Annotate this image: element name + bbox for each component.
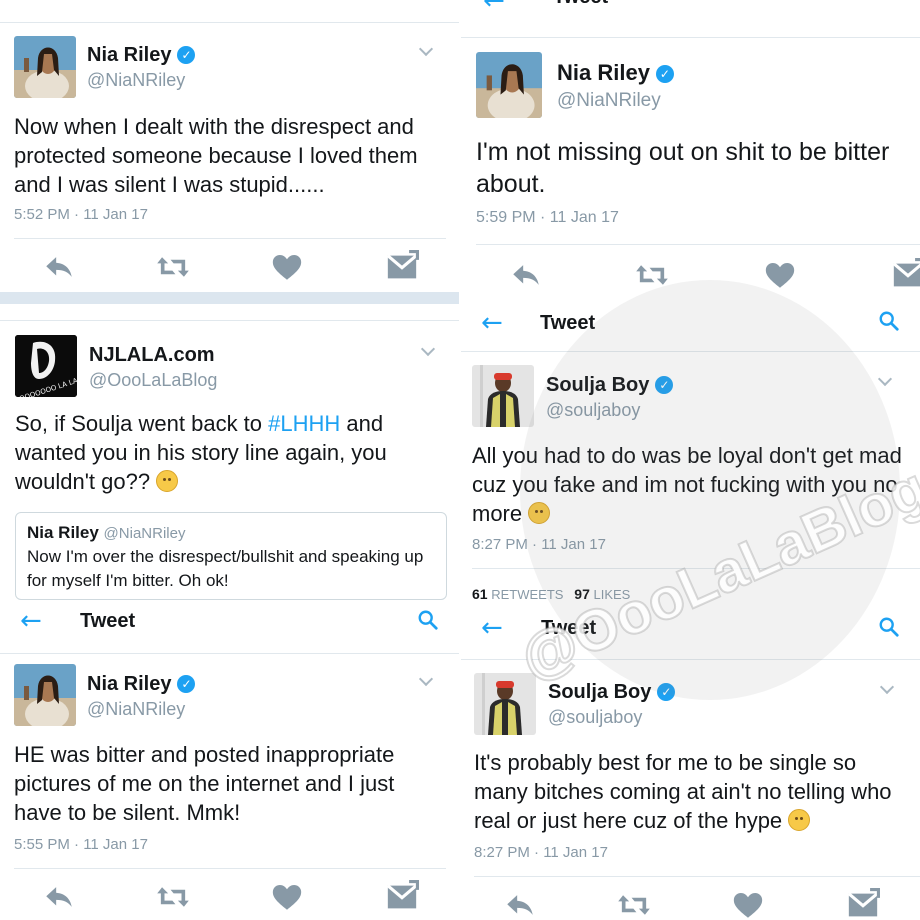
chevron-down-icon[interactable] [879,679,895,695]
tweet-text: I'm not missing out on shit to be bitter… [476,138,890,198]
action-bar [0,250,459,290]
thinking-face-emoji [156,470,179,492]
author-name-text: Nia Riley [557,60,650,85]
divider [476,244,920,245]
search-icon[interactable] [878,616,900,638]
tweet-text: So, if Soulja went back to #LHHH and wan… [15,409,445,496]
tweet-text-part: So, if Soulja went back to [15,411,269,436]
tweet-timestamp: 5:52 PM · 11 Jan 17 [14,206,148,223]
author-name[interactable]: NJLALA.com [89,344,215,367]
top-divider [0,320,459,321]
njlala-logo: OOOOOOO LA LA! [15,335,77,397]
heart-icon[interactable] [763,258,797,292]
heart-icon[interactable] [731,888,765,920]
quoted-text: Now I'm over the disrespect/bullshit and… [27,547,424,590]
tweet-timestamp: 5:59 PM · 11 Jan 17 [476,209,619,226]
reply-icon[interactable] [42,880,76,914]
quoted-tweet[interactable]: Nia Riley @NiaNRiley Now I'm over the di… [15,512,447,600]
tweet-panel-nia-2: ← Tweet Nia Riley ✓ @NiaNRiley I'm not mi… [461,0,920,300]
envelope-icon[interactable] [385,880,419,914]
chevron-down-icon[interactable] [420,341,436,357]
action-bar [0,880,459,920]
tweet-timestamp: 5:55 PM · 11 Jan 17 [14,836,148,853]
quoted-author-name: Nia Riley [27,523,99,542]
envelope-icon[interactable] [846,888,880,920]
tweet-text: It's probably best for me to be single s… [474,748,914,835]
envelope-icon[interactable] [385,250,419,284]
retweet-icon[interactable] [156,250,190,284]
tweet-panel-njlala: OOOOOOO LA LA! NJLALA.com @OooLaLaBlog S… [0,304,459,604]
chevron-down-icon[interactable] [877,371,893,387]
top-bar: ← Tweet [461,0,920,38]
retweet-count: 61 [472,586,488,602]
search-icon[interactable] [878,310,900,332]
thinking-face-emoji [788,809,811,831]
top-bar: ← Tweet [0,604,459,654]
tweet-text: HE was bitter and posted inappropriate p… [14,742,395,825]
search-icon[interactable] [417,609,439,631]
chevron-down-icon[interactable] [418,41,434,57]
reply-icon[interactable] [503,888,537,920]
tweet-text: Now when I dealt with the disrespect and… [14,114,418,197]
tweet-panel-nia-3: ← Tweet Nia Riley ✓ @NiaNRiley HE was bit… [0,604,459,920]
divider [14,868,446,869]
arrow-left-icon[interactable]: ← [20,608,42,634]
top-bar-title: Tweet [80,610,136,632]
top-bar-title: Tweet [553,0,608,9]
quoted-author-handle: @NiaNRiley [103,525,186,542]
hashtag-link[interactable]: #LHHH [268,411,340,436]
envelope-icon[interactable] [891,258,920,292]
author-name[interactable]: Nia Riley ✓ [87,673,196,696]
divider [474,876,920,877]
avatar[interactable] [476,52,542,118]
tweet-panel-nia-1: Nia Riley ✓ @NiaNRiley Now when I dealt w… [0,0,459,292]
retweet-icon[interactable] [156,880,190,914]
avatar[interactable] [14,36,76,98]
tweet-timestamp: 8:27 PM · 11 Jan 17 [474,844,608,861]
avatar[interactable]: OOOOOOO LA LA! [15,335,77,397]
verified-badge-icon: ✓ [655,65,674,83]
author-name-text: Soulja Boy [548,681,652,703]
verified-badge-icon: ✓ [177,675,196,693]
heart-icon[interactable] [270,250,304,284]
arrow-left-icon[interactable]: ← [481,615,503,641]
author-name-text: Nia Riley [87,673,172,695]
author-name-text: Nia Riley [87,44,172,66]
quoted-author: Nia Riley @NiaNRiley [27,523,185,543]
author-handle[interactable]: @NiaNRiley [87,70,185,91]
author-name[interactable]: Nia Riley ✓ [87,44,196,67]
author-handle[interactable]: @OooLaLaBlog [89,370,217,391]
author-handle[interactable]: @souljaboy [548,707,642,728]
verified-badge-icon: ✓ [177,46,196,64]
author-handle[interactable]: @NiaNRiley [557,90,661,112]
chevron-down-icon[interactable] [418,671,434,687]
retweet-icon[interactable] [617,888,651,920]
arrow-left-icon[interactable]: ← [481,310,503,336]
heart-icon[interactable] [270,880,304,914]
arrow-left-icon[interactable]: ← [483,0,505,14]
panel-gap-strip [0,292,459,304]
tweet-text-body: It's probably best for me to be single s… [474,750,892,833]
author-handle[interactable]: @NiaNRiley [87,699,185,720]
divider [14,238,446,239]
top-divider [0,22,459,23]
reply-icon[interactable] [509,258,543,292]
avatar[interactable] [474,673,536,735]
reply-icon[interactable] [42,250,76,284]
author-name[interactable]: Nia Riley ✓ [557,60,674,86]
action-bar [461,888,920,920]
avatar[interactable] [472,365,534,427]
avatar[interactable] [14,664,76,726]
